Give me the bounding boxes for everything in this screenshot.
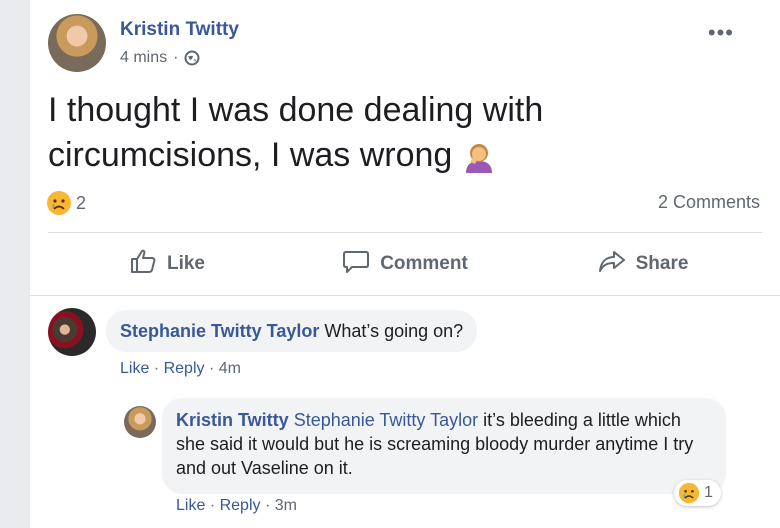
more-options-button[interactable]: ••• — [708, 22, 734, 44]
like-button[interactable]: Like — [48, 244, 286, 284]
reply-reaction-count: 1 — [704, 484, 713, 501]
post-header: Kristin Twitty 4 mins · ••• — [48, 14, 748, 78]
sad-reaction-icon — [46, 190, 72, 216]
meta-separator: · — [173, 49, 179, 66]
comment-time[interactable]: 4m — [219, 360, 241, 377]
comment-like-link[interactable]: Like — [120, 360, 149, 377]
reply-reply-link[interactable]: Reply — [220, 497, 261, 514]
reply-actions: Like · Reply · 3m — [176, 497, 297, 515]
commenter-avatar[interactable] — [48, 308, 96, 356]
comment-dot: · — [208, 360, 215, 377]
post-meta: 4 mins · — [120, 49, 200, 67]
actions-divider — [48, 232, 762, 233]
comments-count-link[interactable]: 2 Comments — [658, 192, 760, 213]
post-text: I thought I was done dealing with circum… — [48, 88, 688, 178]
comment-reply-link[interactable]: Reply — [164, 360, 205, 377]
speech-bubble-icon — [342, 247, 370, 281]
reply-author[interactable]: Kristin Twitty — [176, 410, 289, 430]
comment-bubble: Stephanie Twitty Taylor What’s going on? — [106, 310, 478, 352]
reply-dot: · — [264, 497, 271, 514]
reply-like-link[interactable]: Like — [176, 497, 205, 514]
share-label: Share — [635, 253, 689, 274]
post-reactions[interactable]: 2 — [46, 190, 86, 216]
comment-author[interactable]: Stephanie Twitty Taylor — [120, 321, 319, 341]
reply-avatar[interactable] — [124, 406, 156, 438]
comment-button[interactable]: Comment — [286, 244, 524, 284]
reply-reactions[interactable]: 1 — [674, 480, 721, 506]
post-actions: Like Comment Share — [48, 244, 762, 284]
comment-label: Comment — [380, 253, 468, 274]
thumbs-up-icon — [129, 247, 157, 281]
sad-reaction-icon — [678, 482, 700, 504]
post-time[interactable]: 4 mins — [120, 49, 167, 67]
share-button[interactable]: Share — [524, 244, 762, 284]
author-name[interactable]: Kristin Twitty — [120, 19, 239, 41]
post-card: Kristin Twitty 4 mins · ••• I thought I … — [30, 0, 780, 528]
share-arrow-icon — [598, 247, 626, 281]
comment-text: What’s going on? — [324, 321, 464, 341]
globe-icon — [184, 50, 200, 66]
facepalm-emoji-icon — [462, 140, 496, 174]
comment-dot: · — [153, 360, 160, 377]
reply-mention[interactable]: Stephanie Twitty Taylor — [294, 410, 478, 430]
comments-separator — [30, 295, 780, 296]
reply-bubble: Kristin Twitty Stephanie Twitty Taylor i… — [162, 398, 726, 494]
reply-time[interactable]: 3m — [275, 497, 297, 514]
comment-actions: Like · Reply · 4m — [120, 360, 241, 378]
reaction-count: 2 — [76, 192, 87, 213]
reply-dot: · — [209, 497, 216, 514]
like-label: Like — [166, 253, 206, 274]
author-avatar[interactable] — [48, 14, 106, 72]
